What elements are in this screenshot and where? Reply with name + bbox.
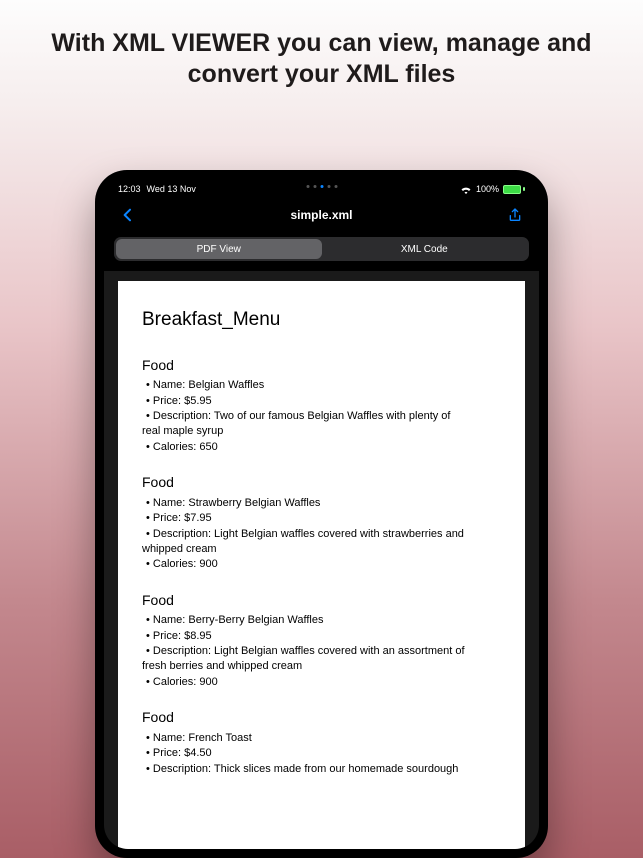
status-bar: 12:03 Wed 13 Nov 100% bbox=[104, 179, 539, 199]
food-desc: Description: Two of our famous Belgian W… bbox=[142, 409, 501, 424]
wifi-icon bbox=[460, 185, 472, 194]
food-desc: Description: Light Belgian waffles cover… bbox=[142, 527, 501, 542]
food-heading: Food bbox=[142, 708, 501, 728]
document-viewport[interactable]: Breakfast_Menu Food Name: Belgian Waffle… bbox=[104, 271, 539, 849]
food-name: Name: Berry-Berry Belgian Waffles bbox=[142, 613, 501, 628]
battery-icon bbox=[503, 185, 525, 194]
food-desc-cont: real maple syrup bbox=[142, 424, 501, 439]
tablet-frame: 12:03 Wed 13 Nov 100% simple.xml bbox=[95, 170, 548, 858]
doc-title: Breakfast_Menu bbox=[142, 307, 501, 334]
food-calories: Calories: 900 bbox=[142, 557, 501, 572]
food-heading: Food bbox=[142, 591, 501, 611]
food-desc: Description: Thick slices made from our … bbox=[142, 762, 501, 777]
share-button[interactable] bbox=[503, 207, 527, 223]
view-mode-segment: PDF View XML Code bbox=[104, 231, 539, 271]
status-date: Wed 13 Nov bbox=[147, 184, 196, 194]
nav-bar: simple.xml bbox=[104, 199, 539, 231]
food-price: Price: $7.95 bbox=[142, 511, 501, 526]
food-heading: Food bbox=[142, 473, 501, 493]
food-heading: Food bbox=[142, 356, 501, 376]
battery-percent: 100% bbox=[476, 184, 499, 194]
food-block: Food Name: Berry-Berry Belgian Waffles P… bbox=[142, 591, 501, 691]
food-block: Food Name: Belgian Waffles Price: $5.95 … bbox=[142, 356, 501, 456]
food-block: Food Name: French Toast Price: $4.50 Des… bbox=[142, 708, 501, 777]
marketing-headline: With XML VIEWER you can view, manage and… bbox=[0, 0, 643, 91]
multitask-dots bbox=[306, 185, 337, 188]
food-calories: Calories: 900 bbox=[142, 675, 501, 690]
file-title: simple.xml bbox=[140, 208, 503, 222]
tablet-screen: 12:03 Wed 13 Nov 100% simple.xml bbox=[104, 179, 539, 849]
food-block: Food Name: Strawberry Belgian Waffles Pr… bbox=[142, 473, 501, 573]
back-button[interactable] bbox=[116, 207, 140, 223]
food-name: Name: Strawberry Belgian Waffles bbox=[142, 496, 501, 511]
tab-pdf-view[interactable]: PDF View bbox=[116, 239, 322, 259]
food-calories: Calories: 650 bbox=[142, 440, 501, 455]
document-page: Breakfast_Menu Food Name: Belgian Waffle… bbox=[118, 281, 525, 849]
food-name: Name: French Toast bbox=[142, 731, 501, 746]
food-desc: Description: Light Belgian waffles cover… bbox=[142, 644, 501, 659]
tab-xml-code[interactable]: XML Code bbox=[322, 239, 528, 259]
food-price: Price: $4.50 bbox=[142, 746, 501, 761]
food-price: Price: $8.95 bbox=[142, 629, 501, 644]
food-name: Name: Belgian Waffles bbox=[142, 378, 501, 393]
food-desc-cont: fresh berries and whipped cream bbox=[142, 659, 501, 674]
food-desc-cont: whipped cream bbox=[142, 542, 501, 557]
status-time: 12:03 bbox=[118, 184, 141, 194]
food-price: Price: $5.95 bbox=[142, 394, 501, 409]
